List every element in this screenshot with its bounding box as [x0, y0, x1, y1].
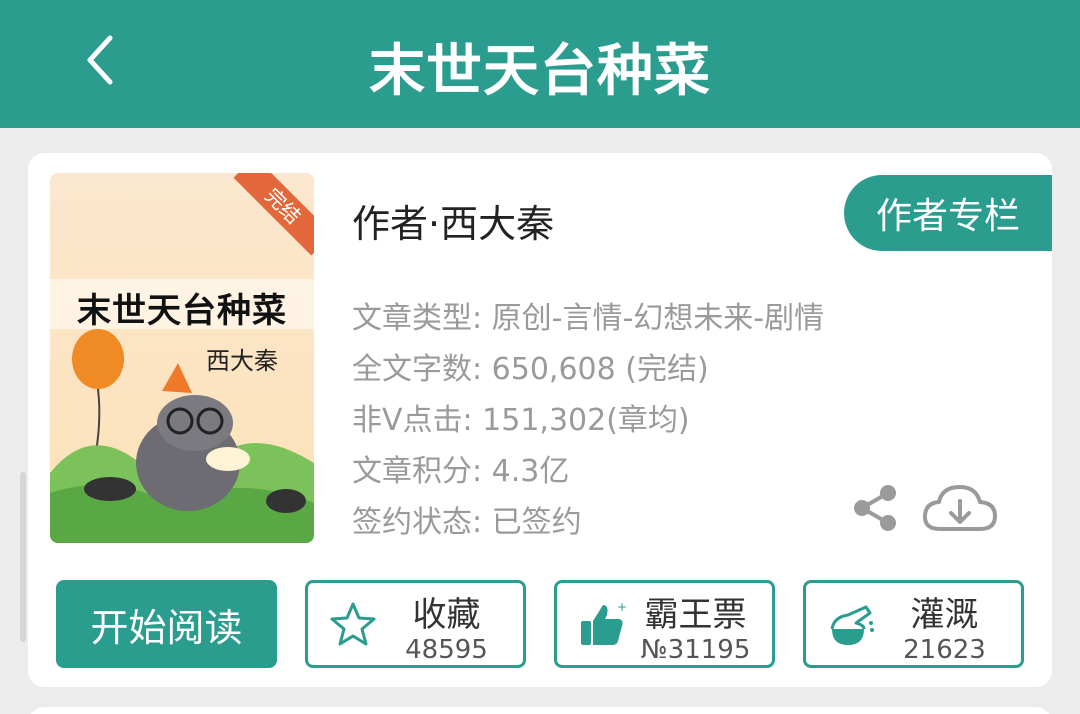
- water-button[interactable]: 灌溉 21623: [803, 580, 1024, 668]
- svg-text:+: +: [617, 600, 627, 614]
- meta-type: 文章类型: 原创-言情-幻想未来-剧情: [352, 301, 825, 336]
- water-count: 21623: [903, 635, 986, 665]
- vote-count: №31195: [640, 635, 751, 665]
- vote-button[interactable]: + 霸王票 №31195: [554, 580, 775, 668]
- favorite-label: 收藏: [412, 595, 481, 635]
- book-info-card: 末世天台种菜 西大秦 完结 作者·西大秦 作者专栏 文章类型: 原创-言情-幻想…: [28, 153, 1052, 687]
- top-bar: 末世天台种菜: [0, 0, 1080, 128]
- book-cover[interactable]: 末世天台种菜 西大秦 完结: [50, 173, 314, 543]
- start-reading-button[interactable]: 开始阅读: [56, 580, 277, 668]
- vote-label: 霸王票: [644, 595, 747, 635]
- favorite-count: 48595: [405, 635, 488, 665]
- author-column-button[interactable]: 作者专栏: [844, 175, 1052, 251]
- star-icon: [328, 599, 378, 649]
- share-icon[interactable]: [848, 481, 902, 535]
- cloud-download-icon[interactable]: [920, 481, 1000, 537]
- page-title: 末世天台种菜: [369, 39, 711, 104]
- thumbs-up-icon: +: [577, 599, 627, 649]
- cover-title: 末世天台种菜: [77, 291, 287, 331]
- meta-sign-status: 签约状态: 已签约: [352, 505, 582, 540]
- water-label: 灌溉: [910, 595, 979, 635]
- cover-author: 西大秦: [206, 347, 278, 375]
- meta-score: 文章积分: 4.3亿: [352, 454, 570, 489]
- flask-icon: [826, 599, 876, 649]
- book-meta: 文章类型: 原创-言情-幻想未来-剧情 全文字数: 650,608 (完结) 非…: [352, 293, 824, 548]
- meta-clicks: 非Ⅴ点击: 151,302(章均): [352, 403, 690, 438]
- next-card-edge: [28, 707, 1052, 714]
- meta-word-count: 全文字数: 650,608 (完结): [352, 352, 709, 387]
- favorite-button[interactable]: 收藏 48595: [305, 580, 526, 668]
- scrollbar[interactable]: [20, 472, 26, 642]
- author-name[interactable]: 作者·西大秦: [352, 193, 554, 248]
